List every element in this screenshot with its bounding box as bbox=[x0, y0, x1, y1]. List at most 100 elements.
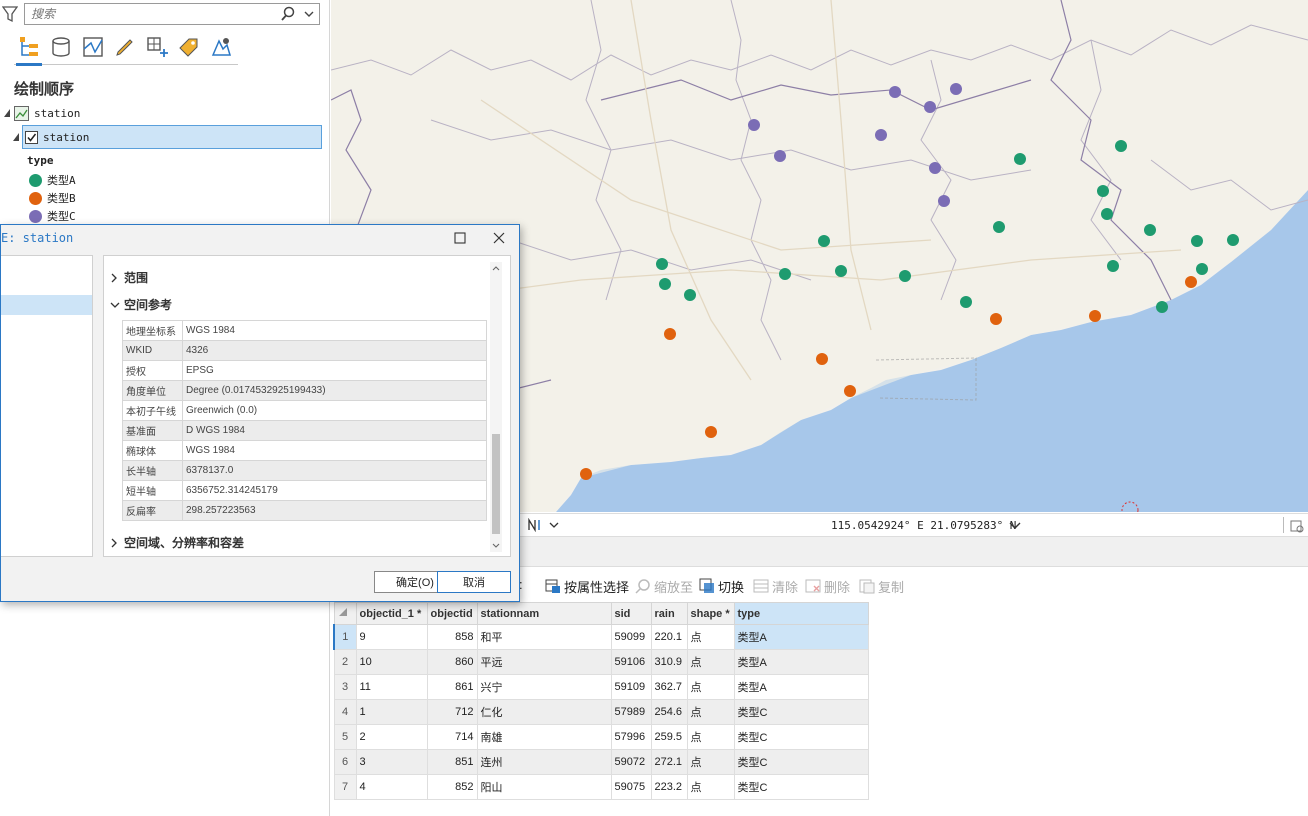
vertical-scrollbar[interactable] bbox=[490, 262, 502, 552]
section-spatial-reference[interactable]: 空间参考 bbox=[110, 296, 172, 313]
row-number[interactable]: 6 bbox=[333, 749, 357, 775]
cell[interactable]: 点 bbox=[686, 699, 735, 725]
collapse-layer-icon[interactable] bbox=[12, 131, 20, 145]
cell[interactable]: 类型A bbox=[733, 649, 869, 675]
cell[interactable]: 3 bbox=[355, 749, 428, 775]
table-row[interactable]: 4 1 712 仁化 57989 254.6 点 类型C bbox=[333, 699, 869, 725]
cell[interactable]: 714 bbox=[426, 724, 478, 750]
cell[interactable]: 310.9 bbox=[650, 649, 688, 675]
clear-selection-button[interactable]: 清除 bbox=[753, 577, 798, 595]
layer-visibility-checkbox[interactable] bbox=[25, 131, 38, 144]
column-header[interactable]: sid bbox=[610, 602, 652, 625]
cell[interactable]: 9 bbox=[355, 624, 428, 650]
cell[interactable]: 59106 bbox=[610, 649, 652, 675]
select-by-attributes-button[interactable]: 按属性选择 bbox=[545, 577, 629, 595]
row-number[interactable]: 5 bbox=[333, 724, 357, 750]
table-row[interactable]: 7 4 852 阳山 59075 223.2 点 类型C bbox=[333, 774, 869, 800]
map-name[interactable]: station bbox=[34, 107, 80, 120]
refresh-icon[interactable] bbox=[1289, 518, 1305, 537]
collapse-map-icon[interactable] bbox=[3, 107, 11, 121]
cell[interactable]: 259.5 bbox=[650, 724, 688, 750]
cell[interactable]: 272.1 bbox=[650, 749, 688, 775]
list-by-snapping-icon[interactable] bbox=[144, 34, 170, 60]
cell[interactable]: 类型A bbox=[733, 674, 869, 700]
layer-name[interactable]: station bbox=[43, 131, 89, 144]
cell[interactable]: 仁化 bbox=[476, 699, 612, 725]
cell[interactable]: 362.7 bbox=[650, 674, 688, 700]
maximize-icon[interactable] bbox=[453, 231, 467, 248]
list-by-perspective-imagery-icon[interactable] bbox=[208, 34, 234, 60]
table-row[interactable]: 2 10 860 平远 59106 310.9 点 类型A bbox=[333, 649, 869, 675]
column-header[interactable]: stationnam bbox=[476, 602, 612, 625]
cell[interactable]: 阳山 bbox=[476, 774, 612, 800]
cell[interactable]: 254.6 bbox=[650, 699, 688, 725]
cell[interactable]: 851 bbox=[426, 749, 478, 775]
row-number[interactable]: 7 bbox=[333, 774, 357, 800]
properties-nav-item-source[interactable] bbox=[1, 295, 92, 315]
cell[interactable]: 类型C bbox=[733, 749, 869, 775]
cell[interactable]: 2 bbox=[355, 724, 428, 750]
search-input[interactable] bbox=[25, 4, 265, 24]
column-header[interactable]: objectid_1 * bbox=[355, 602, 428, 625]
table-row[interactable]: 6 3 851 连州 59072 272.1 点 类型C bbox=[333, 749, 869, 775]
close-icon[interactable] bbox=[492, 231, 506, 248]
column-header[interactable]: rain bbox=[650, 602, 688, 625]
cell[interactable]: 点 bbox=[686, 774, 735, 800]
cell[interactable]: 平远 bbox=[476, 649, 612, 675]
cell[interactable]: 861 bbox=[426, 674, 478, 700]
cell[interactable]: 1 bbox=[355, 699, 428, 725]
row-number[interactable]: 1 bbox=[333, 624, 357, 650]
table-row[interactable]: 1 9 858 和平 59099 220.1 点 类型A bbox=[333, 624, 869, 650]
zoom-to-button[interactable]: 缩放至 bbox=[635, 577, 693, 595]
cell[interactable]: 11 bbox=[355, 674, 428, 700]
cell[interactable]: 57996 bbox=[610, 724, 652, 750]
row-number[interactable]: 3 bbox=[333, 674, 357, 700]
column-header[interactable]: shape * bbox=[686, 602, 735, 625]
copy-selection-button[interactable]: 复制 bbox=[859, 577, 904, 595]
cell[interactable]: 712 bbox=[426, 699, 478, 725]
cell[interactable]: 连州 bbox=[476, 749, 612, 775]
cell[interactable]: 59099 bbox=[610, 624, 652, 650]
cell[interactable]: 点 bbox=[686, 649, 735, 675]
row-number[interactable]: 4 bbox=[333, 699, 357, 725]
column-header[interactable]: type bbox=[733, 602, 869, 625]
search-icon[interactable] bbox=[280, 6, 296, 25]
cell[interactable]: 852 bbox=[426, 774, 478, 800]
section-domain-resolution-tolerance[interactable]: 空间域、分辨率和容差 bbox=[110, 534, 244, 551]
list-by-source-icon[interactable] bbox=[48, 34, 74, 60]
cell[interactable]: 57989 bbox=[610, 699, 652, 725]
table-row[interactable]: 5 2 714 南雄 57996 259.5 点 类型C bbox=[333, 724, 869, 750]
cell[interactable]: 类型C bbox=[733, 724, 869, 750]
column-header[interactable]: objectid bbox=[426, 602, 478, 625]
select-all-corner[interactable] bbox=[333, 602, 357, 625]
search-box[interactable] bbox=[24, 3, 320, 25]
cell[interactable]: 兴宁 bbox=[476, 674, 612, 700]
cell[interactable]: 类型C bbox=[733, 699, 869, 725]
cell[interactable]: 860 bbox=[426, 649, 478, 675]
chevron-down-icon[interactable] bbox=[303, 7, 315, 24]
cell[interactable]: 220.1 bbox=[650, 624, 688, 650]
cancel-button[interactable]: 取消 bbox=[437, 571, 511, 593]
cell[interactable]: 858 bbox=[426, 624, 478, 650]
cell[interactable]: 59109 bbox=[610, 674, 652, 700]
cell[interactable]: 类型C bbox=[733, 774, 869, 800]
table-row[interactable]: 3 11 861 兴宁 59109 362.7 点 类型A bbox=[333, 674, 869, 700]
cell[interactable]: 点 bbox=[686, 624, 735, 650]
section-extent[interactable]: 范围 bbox=[110, 269, 148, 286]
list-by-selection-icon[interactable] bbox=[80, 34, 106, 60]
cell[interactable]: 点 bbox=[686, 749, 735, 775]
filter-icon[interactable] bbox=[1, 4, 20, 24]
cell[interactable]: 59075 bbox=[610, 774, 652, 800]
cell[interactable]: 4 bbox=[355, 774, 428, 800]
cell[interactable]: 点 bbox=[686, 674, 735, 700]
cell[interactable]: 类型A bbox=[733, 624, 869, 650]
list-by-editing-icon[interactable] bbox=[112, 34, 138, 60]
cell[interactable]: 10 bbox=[355, 649, 428, 675]
north-arrow-dropdown[interactable] bbox=[527, 518, 559, 532]
cell[interactable]: 和平 bbox=[476, 624, 612, 650]
switch-selection-button[interactable]: 切换 bbox=[699, 577, 744, 595]
cell[interactable]: 223.2 bbox=[650, 774, 688, 800]
list-by-labeling-icon[interactable] bbox=[176, 34, 202, 60]
cell[interactable]: 点 bbox=[686, 724, 735, 750]
list-by-drawing-order-icon[interactable] bbox=[16, 34, 42, 60]
